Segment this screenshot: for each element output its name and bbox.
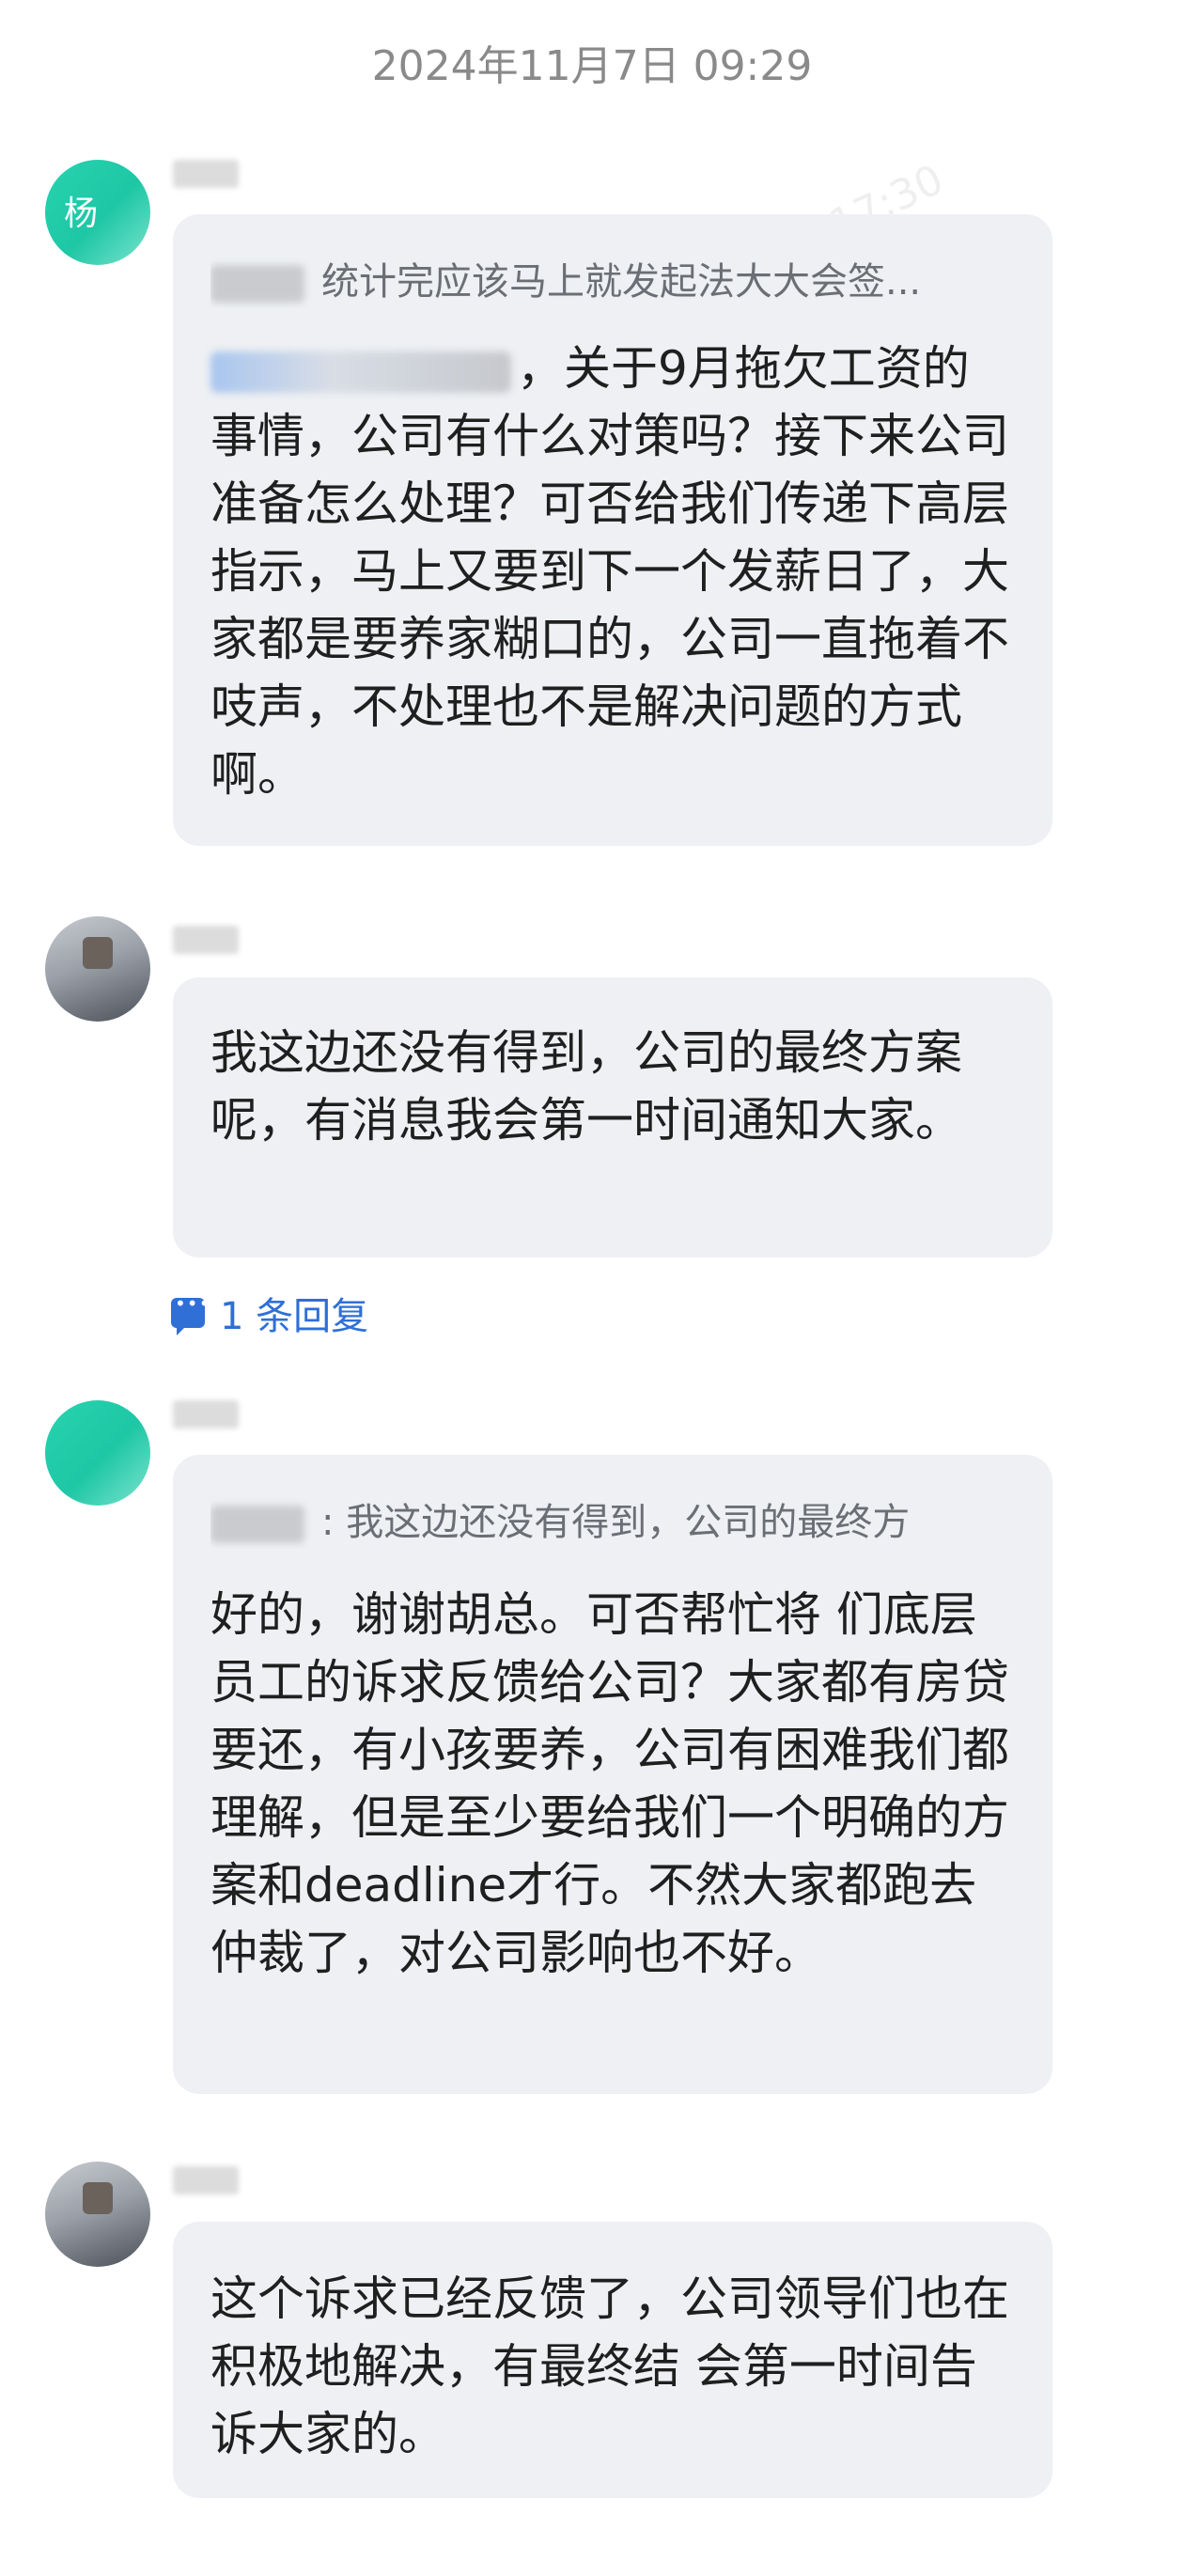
message-timestamp: 2024年11月7日 09:29 [371, 42, 813, 90]
sender-name-redacted [173, 926, 239, 954]
avatar[interactable] [45, 916, 150, 1022]
redacted-name [210, 265, 304, 303]
thread-reply-link[interactable]: 1 条回复 [171, 1286, 368, 1340]
sender-name-redacted [173, 1400, 239, 1429]
message-text-block: ，关于9月拖欠工资的事情，公司有什么对策吗？接下来公司准备怎么处理？可否给我们传… [210, 335, 1015, 808]
message-bubble[interactable]: : 我这边还没有得到，公司的最终方 好的，谢谢胡总。可否帮忙将 们底层员工的诉求… [173, 1455, 1052, 2094]
mention-redacted [210, 351, 511, 393]
avatar[interactable] [45, 1400, 150, 1506]
message-text: 我这边还没有得到，公司的最终方案呢，有消息我会第一时间通知大家。 [210, 1025, 962, 1147]
chat-bubble-icon [171, 1292, 210, 1335]
sender-name-redacted [173, 160, 239, 188]
message-bubble[interactable]: 这个诉求已经反馈了，公司领导们也在积极地解决，有最终结 会第一时间告诉大家的。 [173, 2222, 1052, 2498]
quoted-message[interactable]: 统计完应该马上就发起法大大会签... [210, 256, 1015, 308]
quoted-message[interactable]: : 我这边还没有得到，公司的最终方 [210, 1496, 1015, 1549]
avatar[interactable]: 杨 [45, 160, 150, 265]
message-bubble[interactable]: 统计完应该马上就发起法大大会签... ，关于9月拖欠工资的事情，公司有什么对策吗… [173, 214, 1052, 846]
message-text: 好的，谢谢胡总。可否帮忙将 们底层员工的诉求反馈给公司？大家都有房贷要还，有小孩… [210, 1587, 1009, 1980]
message-text: ，关于9月拖欠工资的事情，公司有什么对策吗？接下来公司准备怎么处理？可否给我们传… [210, 341, 1009, 802]
message-text: 这个诉求已经反馈了，公司领导们也在积极地解决，有最终结 会第一时间告诉大家的。 [210, 2272, 1009, 2461]
avatar[interactable] [45, 2162, 150, 2267]
quote-text: : 我这边还没有得到，公司的最终方 [321, 1501, 911, 1544]
quote-text: 统计完应该马上就发起法大大会签... [321, 260, 922, 304]
reply-count-label: 1 条回复 [220, 1295, 369, 1338]
message-bubble[interactable]: 我这边还没有得到，公司的最终方案呢，有消息我会第一时间通知大家。 [173, 977, 1052, 1257]
avatar-initial: 杨 [64, 195, 99, 233]
sender-name-redacted [173, 2166, 239, 2194]
redacted-name [210, 1506, 304, 1543]
